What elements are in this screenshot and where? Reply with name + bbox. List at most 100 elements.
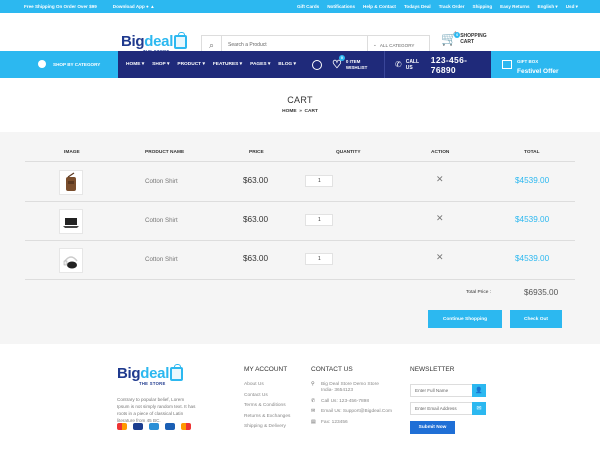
currency-select[interactable]: Usd ▾ <box>566 4 578 10</box>
fax-icon: ▤ <box>311 419 316 425</box>
my-account-title: MY ACCOUNT <box>244 366 288 373</box>
language-select[interactable]: English ▾ <box>538 4 558 10</box>
product-price: $63.00 <box>243 215 269 224</box>
email-text[interactable]: Email Us: Support@Bigdeal.Com <box>321 409 392 415</box>
footer-logo[interactable]: Bigdeal THE STORE <box>117 364 184 386</box>
quantity-input[interactable]: 1 <box>305 214 333 226</box>
footer-logo-accent: deal <box>140 365 170 382</box>
user-icon: 👤 <box>472 384 486 397</box>
contact-us-column: CONTACT US ⚲ Big Deal Store Demo Store In… <box>311 366 401 430</box>
quantity-input[interactable]: 1 <box>305 175 333 187</box>
user-icon[interactable] <box>312 59 322 70</box>
shopping-bag-icon <box>174 32 188 49</box>
total-price-value: $6935.00 <box>524 288 559 297</box>
logo-accent: deal <box>144 33 174 50</box>
remove-icon[interactable]: ✕ <box>436 213 444 224</box>
mastercard-icon <box>117 423 127 430</box>
footer-link-shipping[interactable]: Shipping & Delivery <box>244 424 290 429</box>
submit-button[interactable]: Submit Now <box>410 421 455 434</box>
download-app-link[interactable]: Download App ● ▲ <box>113 4 155 9</box>
menu-blog[interactable]: BLOG ▾ <box>278 62 296 67</box>
top-link-gift-cards[interactable]: Gift Cards <box>297 4 319 10</box>
checkout-button[interactable]: Check Out <box>510 310 562 328</box>
shopping-bag-icon <box>170 364 184 381</box>
nav-actions: ♡ 0 0 ITEM WISHLIST <box>312 51 367 78</box>
menu: HOME ▾ SHOP ▾ PRODUCT ▾ FEATURES ▾ PAGES… <box>126 62 296 67</box>
cart-table-header: IMAGE PRODUCT NAME PRICE QUANTITY ACTION… <box>25 150 575 162</box>
fax-text: Fax: 123456 <box>321 419 348 425</box>
breadcrumb: HOME » CART <box>0 109 600 114</box>
footer-link-terms[interactable]: Terms & Conditions <box>244 403 290 408</box>
amex-icon <box>149 423 159 430</box>
footer: Bigdeal THE STORE Contrary to popular be… <box>0 344 600 450</box>
breadcrumb-section: CART HOME » CART <box>0 78 600 132</box>
discover-icon <box>181 423 191 430</box>
product-image-laptop[interactable] <box>59 209 83 234</box>
footer-link-returns[interactable]: Returns & Exchanges <box>244 414 290 419</box>
gift-icon <box>502 60 512 69</box>
gift-label-1: GIFT BOX <box>517 58 539 64</box>
newsletter-column: NEWSLETTER <box>410 366 454 382</box>
shop-by-category-button[interactable]: SHOP BY CATEGORY <box>0 51 118 78</box>
my-account-column: MY ACCOUNT About Us Contact Us Terms & C… <box>244 366 290 435</box>
top-link-track-order[interactable]: Track Order <box>439 4 465 10</box>
envelope-icon: ✉ <box>472 402 486 415</box>
phone-icon: ✆ <box>395 60 402 69</box>
menu-shop[interactable]: SHOP ▾ <box>152 62 169 67</box>
logo-text: Bigdeal <box>121 34 173 49</box>
header-quantity: QUANTITY <box>336 150 361 155</box>
call-text: Call Us: 123-456-7898 <box>321 398 369 404</box>
menu-pages[interactable]: PAGES ▾ <box>250 62 270 67</box>
phone-icon: ✆ <box>311 398 316 404</box>
cart-section: IMAGE PRODUCT NAME PRICE QUANTITY ACTION… <box>0 132 600 344</box>
breadcrumb-home[interactable]: HOME <box>282 109 296 114</box>
product-name[interactable]: Cotton Shirt <box>145 217 178 224</box>
paypal-icon <box>165 423 175 430</box>
shopping-cart-button[interactable]: 🛒 0 SHOPPING CART <box>441 32 487 45</box>
phone-number[interactable]: 123-456-76890 <box>431 55 491 75</box>
product-image-bag[interactable] <box>59 170 83 195</box>
quantity-input[interactable]: 1 <box>305 253 333 265</box>
top-link-todays-deal[interactable]: Todays Deal <box>404 4 431 10</box>
cart-label-2: CART <box>460 39 475 45</box>
menu-home[interactable]: HOME ▾ <box>126 62 144 67</box>
top-link-help[interactable]: Help & Contact <box>363 4 396 10</box>
search-input[interactable]: Search a Product <box>222 42 367 48</box>
shop-by-category-label: SHOP BY CATEGORY <box>53 62 101 67</box>
remove-icon[interactable]: ✕ <box>436 174 444 185</box>
logo[interactable]: Bigdeal THE STORE <box>121 32 188 54</box>
product-name[interactable]: Cotton Shirt <box>145 178 178 185</box>
header-total: TOTAL <box>524 150 540 155</box>
top-link-shipping[interactable]: Shipping <box>473 4 493 10</box>
breadcrumb-current: CART <box>304 109 318 114</box>
continue-shopping-button[interactable]: Continue Shopping <box>428 310 502 328</box>
page-title: CART <box>287 95 313 105</box>
product-image-headphones[interactable] <box>59 248 83 273</box>
remove-icon[interactable]: ✕ <box>436 252 444 263</box>
top-link-easy-returns[interactable]: Easy Returns <box>500 4 529 10</box>
footer-link-about[interactable]: About Us <box>244 382 290 387</box>
footer-link-contact[interactable]: Contact Us <box>244 393 290 398</box>
payment-icons <box>117 423 191 430</box>
header-product-name: PRODUCT NAME <box>145 150 185 155</box>
gift-box-offer[interactable]: GIFT BOX Festivel Offer <box>491 51 600 78</box>
wishlist-count-badge: 0 <box>339 54 345 61</box>
product-price: $63.00 <box>243 254 269 263</box>
menu-features[interactable]: FEATURES ▾ <box>213 62 242 67</box>
address-item: ⚲ Big Deal Store Demo Store India- 365412… <box>311 382 401 394</box>
breadcrumb-separator: » <box>299 109 302 114</box>
android-icon: ▲ <box>150 4 155 9</box>
header-action: ACTION <box>431 150 450 155</box>
menu-product[interactable]: PRODUCT ▾ <box>177 62 204 67</box>
download-app-label: Download App <box>112 4 145 9</box>
footer-description: Contrary to popular belief, Lorem Ipsum … <box>117 397 196 423</box>
top-link-notifications[interactable]: Notifications <box>327 4 355 10</box>
wishlist-button[interactable]: ♡ 0 0 ITEM WISHLIST <box>332 54 367 71</box>
main-nav: SHOP BY CATEGORY HOME ▾ SHOP ▾ PRODUCT ▾… <box>0 51 600 78</box>
product-name[interactable]: Cotton Shirt <box>145 256 178 263</box>
header: Bigdeal THE STORE ⌕ Search a Product ⌄AL… <box>0 13 600 55</box>
table-row: Cotton Shirt $63.00 1 ✕ $4539.00 <box>25 202 575 241</box>
envelope-icon: ✉ <box>311 409 316 414</box>
product-price: $63.00 <box>243 176 269 185</box>
product-total: $4539.00 <box>515 215 550 224</box>
